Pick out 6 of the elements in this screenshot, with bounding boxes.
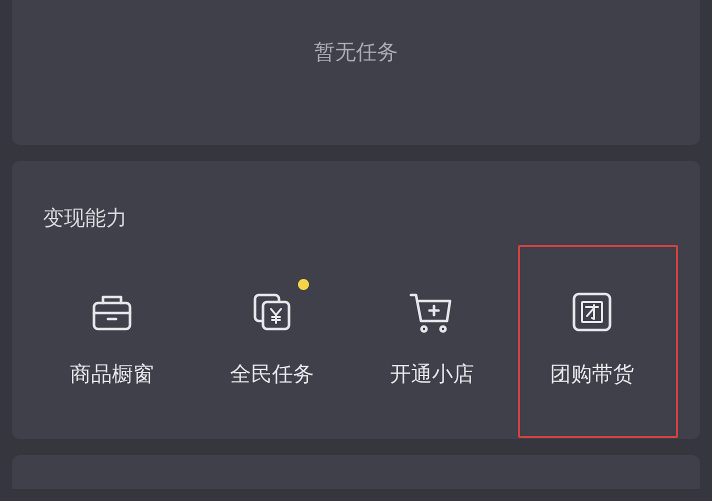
empty-task-text: 暂无任务: [314, 38, 398, 66]
section-title: 变现能力: [42, 205, 128, 232]
feature-label[interactable]: 团购带货: [550, 358, 634, 390]
feature-label[interactable]: 全民任务: [230, 358, 314, 390]
feature-label[interactable]: 开通小店: [390, 358, 474, 390]
feature-label[interactable]: 商品橱窗: [70, 358, 154, 390]
